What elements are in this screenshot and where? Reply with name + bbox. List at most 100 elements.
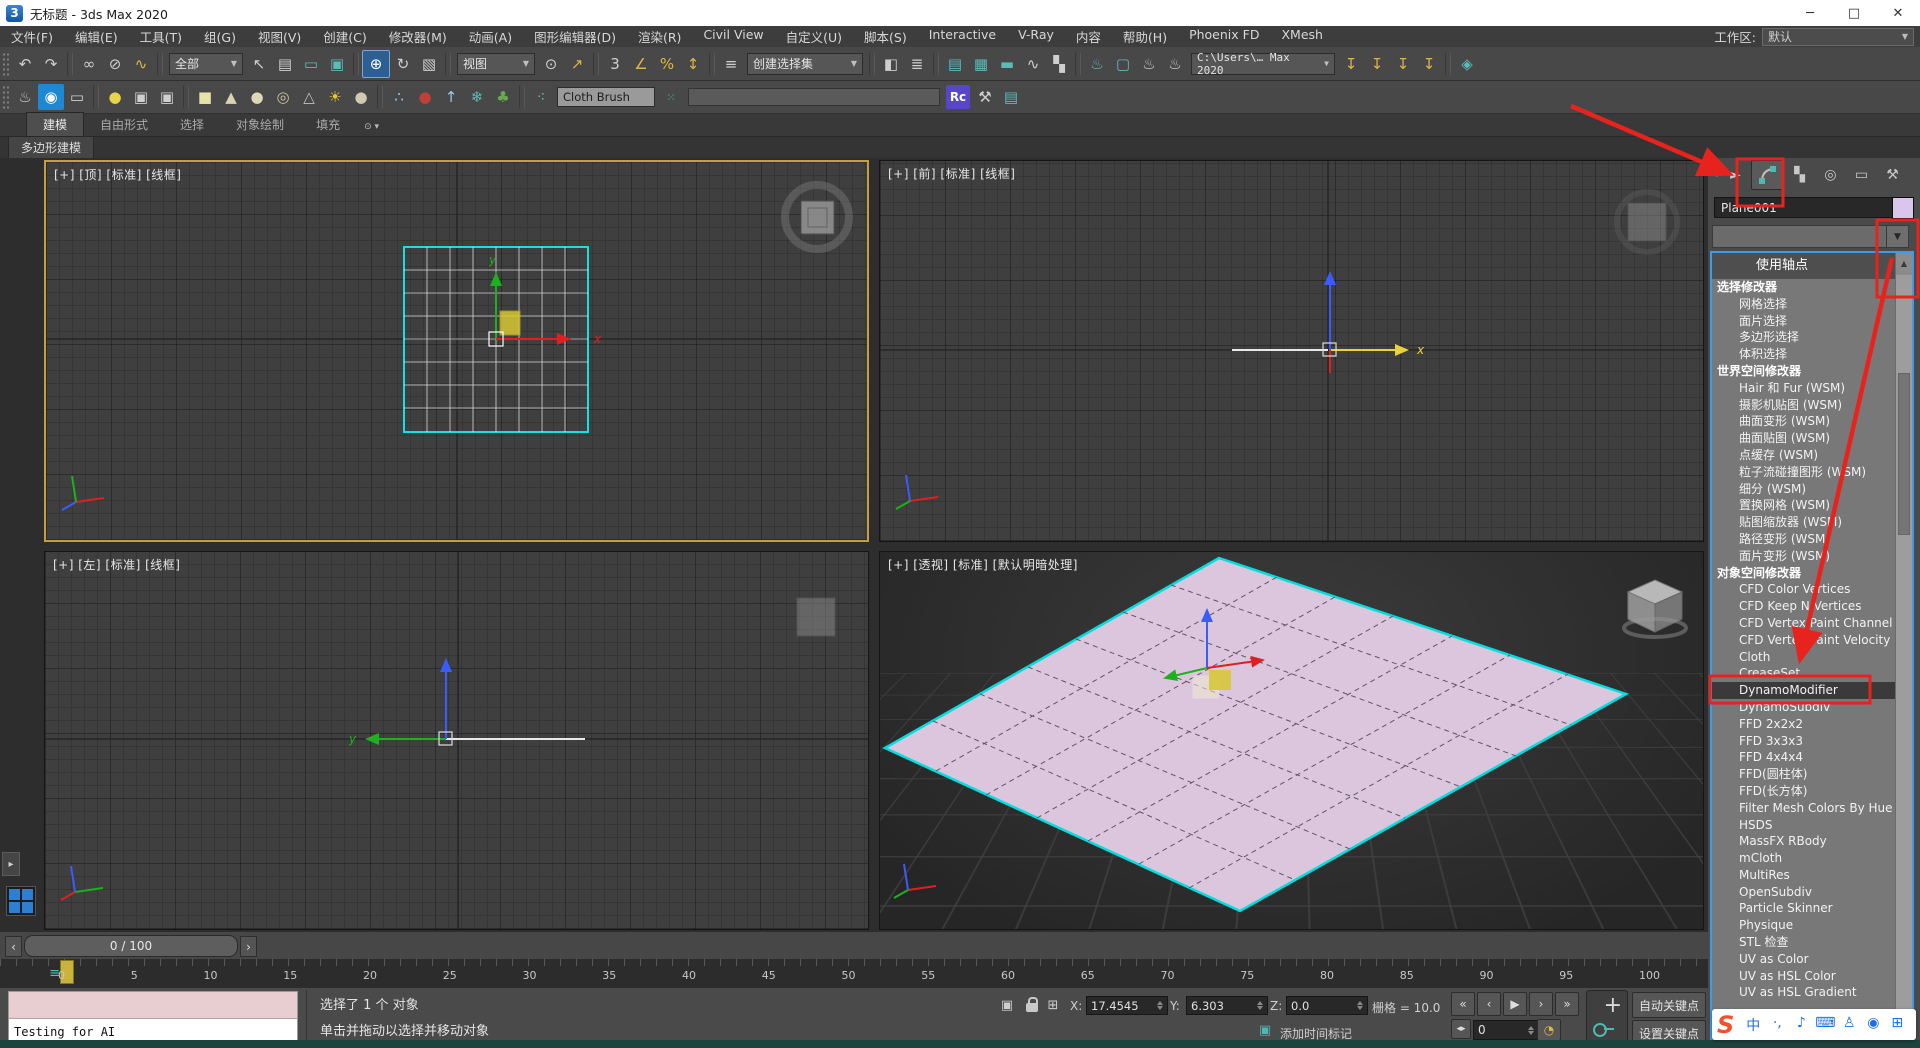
- modifier-list-item[interactable]: HSDS: [1712, 817, 1896, 834]
- brush-strength-slider[interactable]: [688, 88, 940, 106]
- modifier-list-item[interactable]: CFD Color Vertices: [1712, 581, 1896, 598]
- menu-item[interactable]: 渲染(R): [627, 25, 692, 48]
- workspace-dropdown[interactable]: 默认 ▼: [1762, 28, 1914, 46]
- modifier-list-item[interactable]: 粒子流碰撞图形 (WSM): [1712, 464, 1896, 481]
- modifier-list-item[interactable]: MassFX RBody: [1712, 833, 1896, 850]
- toolbar-grip[interactable]: [2, 52, 9, 76]
- time-tag-cube-icon[interactable]: ▣: [1256, 1021, 1274, 1039]
- menu-item[interactable]: Interactive: [918, 25, 1007, 48]
- ribbon-tab-freeform[interactable]: 自由形式: [84, 113, 164, 136]
- menu-item[interactable]: 文件(F): [0, 25, 64, 48]
- menu-item[interactable]: 视图(V): [247, 25, 312, 48]
- spinner-snap-icon[interactable]: ↕: [680, 51, 706, 77]
- modifier-list-item[interactable]: 摄影机贴图 (WSM): [1712, 397, 1896, 414]
- ribbon-tab-selection[interactable]: 选择: [164, 113, 220, 136]
- modifier-list-item[interactable]: Filter Mesh Colors By Hue: [1712, 800, 1896, 817]
- modifier-list-item[interactable]: 多边形选择: [1712, 329, 1896, 346]
- modifier-list-item[interactable]: UV as HSL Gradient: [1712, 984, 1896, 1001]
- ime-chinese-mode-icon[interactable]: 中: [1741, 1015, 1765, 1035]
- ime-skin-icon[interactable]: ♙: [1837, 1015, 1861, 1035]
- brush-options-icon[interactable]: ⁙: [658, 84, 684, 110]
- modifier-list-item[interactable]: Physique: [1712, 917, 1896, 934]
- scene-explorer-icon[interactable]: ▤: [942, 51, 968, 77]
- viewport-label[interactable]: [+] [顶] [标准] [线框]: [54, 166, 181, 183]
- layer-explorer-icon[interactable]: ▦: [968, 51, 994, 77]
- bind-to-space-warp-icon[interactable]: ∿: [128, 51, 154, 77]
- mirror-icon[interactable]: ◧: [878, 51, 904, 77]
- selection-lock-icon[interactable]: [1026, 1003, 1038, 1012]
- modifier-list-item[interactable]: FFD 4x4x4: [1712, 749, 1896, 766]
- rc-button[interactable]: Rc: [946, 85, 970, 109]
- viewport-layout-tabs-button[interactable]: [6, 886, 36, 916]
- select-and-link-icon[interactable]: ∞: [76, 51, 102, 77]
- menu-item[interactable]: 帮助(H): [1112, 25, 1178, 48]
- menu-item[interactable]: 内容: [1065, 25, 1112, 48]
- pf-source-icon[interactable]: ●: [412, 84, 438, 110]
- curve-editor-icon[interactable]: ∿: [1020, 51, 1046, 77]
- geometry-egg-icon[interactable]: ●: [348, 84, 374, 110]
- modifier-list-item[interactable]: 面片变形 (WSM): [1712, 548, 1896, 565]
- previous-frame-arrow[interactable]: ‹: [5, 936, 22, 957]
- isolate-selection-icon[interactable]: ▣: [998, 996, 1016, 1014]
- modifier-list-item[interactable]: 面片选择: [1712, 313, 1896, 330]
- tab-motion[interactable]: ◎: [1815, 161, 1846, 189]
- paint-dots-icon[interactable]: ⁖: [528, 84, 554, 110]
- viewport-label[interactable]: [+] [前] [标准] [线框]: [888, 165, 1015, 182]
- geometry-box-icon[interactable]: ■: [192, 84, 218, 110]
- ime-keyboard-icon[interactable]: ⌨: [1813, 1015, 1837, 1035]
- modifier-list-item[interactable]: FFD 3x3x3: [1712, 733, 1896, 750]
- menu-item[interactable]: 组(G): [193, 25, 247, 48]
- viewport-label[interactable]: [+] [透视] [标准] [默认明暗处理]: [888, 556, 1078, 573]
- viewport-top[interactable]: [+] [顶] [标准] [线框]: [44, 160, 869, 542]
- use-pivot-center-icon[interactable]: ⊙: [538, 51, 564, 77]
- undo-icon[interactable]: ↶: [12, 51, 38, 77]
- x-coordinate-field[interactable]: 17.4545: [1086, 996, 1168, 1015]
- next-frame-arrow[interactable]: ›: [240, 936, 257, 957]
- previous-frame-button[interactable]: ‹: [1477, 992, 1501, 1016]
- snow-icon[interactable]: ❄: [464, 84, 490, 110]
- modifier-list-item[interactable]: FFD 2x2x2: [1712, 716, 1896, 733]
- material-editor-icon[interactable]: ◈: [1454, 51, 1480, 77]
- camera-icon[interactable]: ▣: [128, 84, 154, 110]
- ime-logo[interactable]: S: [1717, 1011, 1734, 1039]
- render-preset-icon-4[interactable]: ↧: [1416, 51, 1442, 77]
- ribbon-overflow-icon[interactable]: ⊙ ▾: [356, 118, 387, 136]
- window-crossing-icon[interactable]: ▣: [324, 51, 350, 77]
- tab-display[interactable]: ▭: [1846, 161, 1877, 189]
- modifier-list-item[interactable]: CFD Keep N Vertices: [1712, 598, 1896, 615]
- select-and-rotate-icon[interactable]: ↻: [390, 51, 416, 77]
- brush-preset-field[interactable]: Cloth Brush: [557, 87, 655, 107]
- maxscript-mini-listener[interactable]: Testing for AI: [8, 991, 298, 1044]
- ime-mic-icon[interactable]: ♪: [1789, 1015, 1813, 1035]
- tab-hierarchy[interactable]: ▚: [1784, 161, 1815, 189]
- light-icon[interactable]: ●: [102, 84, 128, 110]
- modifier-list-item[interactable]: 曲面变形 (WSM): [1712, 413, 1896, 430]
- menu-item[interactable]: XMesh: [1270, 25, 1333, 48]
- modifier-list-dropdown[interactable]: [1712, 225, 1888, 248]
- modifier-list-item[interactable]: Cloth: [1712, 649, 1896, 666]
- menu-item[interactable]: 工具(T): [129, 25, 193, 48]
- list-view-icon[interactable]: ▤: [998, 84, 1024, 110]
- modifier-list-item[interactable]: FFD(圆柱体): [1712, 766, 1896, 783]
- reference-coordinate-dropdown[interactable]: 视图 ▼: [457, 53, 535, 75]
- modifier-list-item[interactable]: Particle Skinner: [1712, 900, 1896, 917]
- menu-item[interactable]: 编辑(E): [64, 25, 129, 48]
- schematic-view-icon[interactable]: ▚: [1046, 51, 1072, 77]
- viewport-perspective[interactable]: [+] [透视] [标准] [默认明暗处理]: [879, 551, 1704, 930]
- menu-item[interactable]: 创建(C): [312, 25, 377, 48]
- scrollbar-thumb[interactable]: [1898, 373, 1910, 535]
- menu-item[interactable]: Civil View: [692, 25, 774, 48]
- spinner-icon[interactable]: [1357, 1001, 1363, 1010]
- tab-utilities[interactable]: ⚒: [1877, 161, 1908, 189]
- ribbon-toggle-icon[interactable]: ▬: [994, 51, 1020, 77]
- play-button[interactable]: ▶: [1503, 992, 1527, 1016]
- modifier-list-item[interactable]: 置换网格 (WSM): [1712, 497, 1896, 514]
- viewport-label[interactable]: [+] [左] [标准] [线框]: [53, 556, 180, 573]
- current-frame-field[interactable]: 0: [1473, 1020, 1539, 1040]
- key-mode-toggle-button[interactable]: ◂▸: [1451, 1019, 1471, 1039]
- space-warp-icon[interactable]: ↑: [438, 84, 464, 110]
- geometry-sphere-icon[interactable]: ●: [244, 84, 270, 110]
- modifier-list-item[interactable]: 细分 (WSM): [1712, 481, 1896, 498]
- tab-create[interactable]: ►: [1720, 161, 1751, 189]
- set-key-button[interactable]: +: [1586, 990, 1628, 1044]
